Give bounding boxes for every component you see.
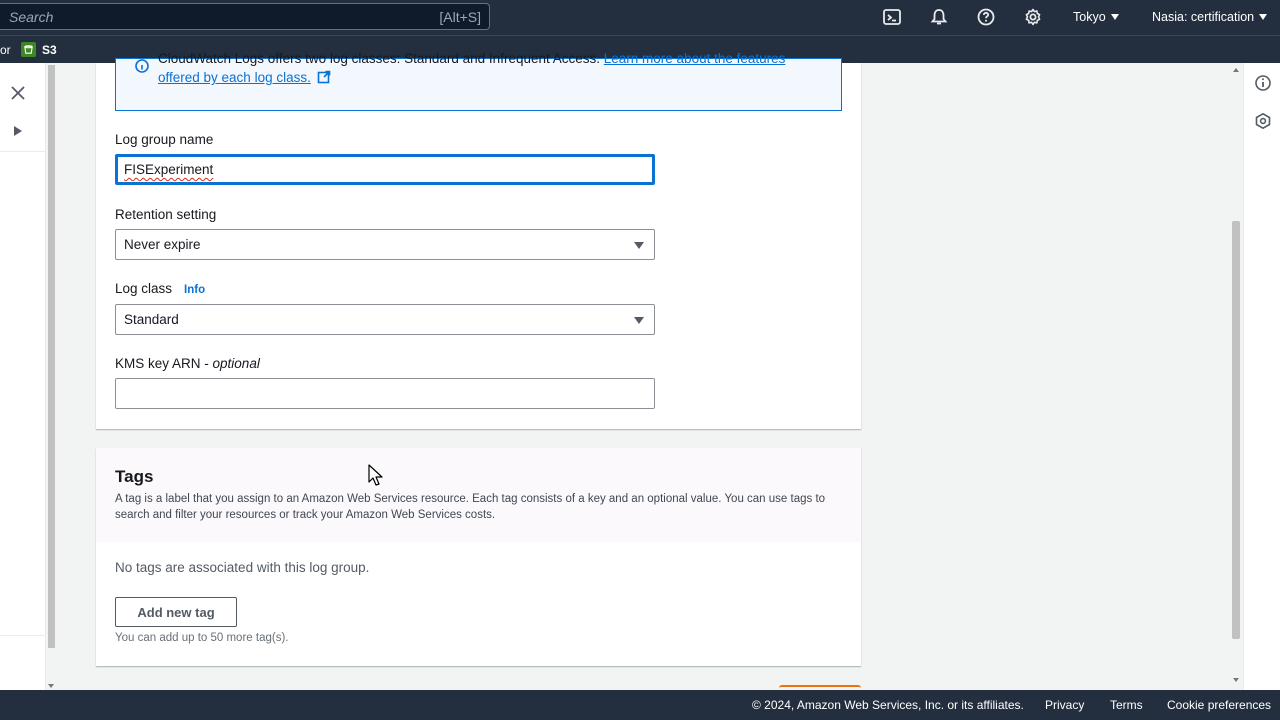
main-scrollbar[interactable] [1229,63,1243,690]
kms-key-arn-label: KMS key ARN - optional [115,356,260,371]
footer: © 2024, Amazon Web Services, Inc. or its… [0,690,1280,720]
footer-cookie-preferences-link[interactable]: Cookie preferences [1167,698,1271,712]
search-shortcut: [Alt+S] [439,9,481,25]
footer-privacy-link[interactable]: Privacy [1045,698,1084,712]
info-circle-icon [135,59,149,73]
external-link-icon [317,70,331,84]
retention-setting-select[interactable]: Never expire [115,229,655,260]
region-selector[interactable]: Tokyo [1073,10,1119,24]
rail-divider [0,635,46,636]
log-class-label: Log class Info [115,281,206,296]
expand-arrow-icon[interactable] [14,126,22,136]
alert-message: CloudWatch Logs offers two log classes: … [158,51,786,66]
tags-title: Tags [115,467,154,486]
scrollbar-thumb[interactable] [1232,221,1240,639]
tags-header: Tags A tag is a label that you assign to… [96,448,861,542]
tags-description: A tag is a label that you assign to an A… [115,493,826,521]
help-icon[interactable] [976,7,996,27]
scroll-up-arrow-icon[interactable] [1233,68,1239,72]
info-alert: CloudWatch Logs offers two log classes: … [115,51,842,111]
info-icon[interactable] [1254,74,1272,92]
cloudshell-feedback-icon[interactable] [1254,112,1272,130]
scroll-down-arrow-icon[interactable] [48,684,54,688]
retention-setting-label: Retention setting [115,207,217,222]
tags-panel: Tags A tag is a label that you assign to… [96,448,861,666]
tag-limit-hint: You can add up to 50 more tag(s). [115,632,289,644]
favorite-s3-label: S3 [42,42,57,57]
scrollbar-thumb[interactable] [48,65,55,648]
favorite-s3[interactable]: S3 [21,42,57,57]
caret-down-icon [634,242,644,249]
footer-copyright: © 2024, Amazon Web Services, Inc. or its… [752,698,1024,712]
log-group-details-panel: CloudWatch Logs offers two log classes: … [96,51,861,429]
favorite-partial[interactable]: or [0,43,11,57]
left-navigation-rail [0,63,46,690]
optional-marker: optional [212,356,260,371]
account-menu[interactable]: Nasia: certification [1152,10,1268,24]
log-class-value: Standard [124,312,179,327]
caret-down-icon [634,317,644,324]
log-class-select[interactable]: Standard [115,304,655,335]
log-group-name-value: FISExperiment [124,162,214,177]
search-input[interactable]: Search [Alt+S] [0,3,490,30]
kms-key-arn-input[interactable] [115,378,655,409]
gear-icon[interactable] [1023,7,1043,27]
rail-divider [0,151,46,152]
log-class-info-link[interactable]: Info [184,284,205,296]
retention-setting-value: Never expire [124,237,201,252]
terminal-icon[interactable] [882,7,902,27]
scroll-down-arrow-icon[interactable] [1233,678,1239,682]
no-tags-message: No tags are associated with this log gro… [115,560,370,575]
footer-terms-link[interactable]: Terms [1110,698,1143,712]
bell-icon[interactable] [929,7,949,27]
log-group-name-input[interactable]: FISExperiment [115,154,655,185]
s3-service-icon [21,42,36,57]
learn-more-link-continued[interactable]: offered by each log class. [158,70,331,85]
add-new-tag-button[interactable]: Add new tag [115,597,237,627]
chevron-down-icon [1259,14,1268,20]
close-icon[interactable] [8,83,28,103]
learn-more-link[interactable]: Learn more about the features [604,51,786,66]
mouse-cursor-icon [368,464,384,486]
top-navigation: Search [Alt+S] Tokyo Nasia: certificatio… [0,0,1280,35]
right-tools-rail [1243,63,1280,690]
chevron-down-icon [1110,14,1119,20]
left-scrollbar[interactable] [46,63,58,690]
search-placeholder: Search [9,9,54,25]
log-group-name-label: Log group name [115,132,214,147]
